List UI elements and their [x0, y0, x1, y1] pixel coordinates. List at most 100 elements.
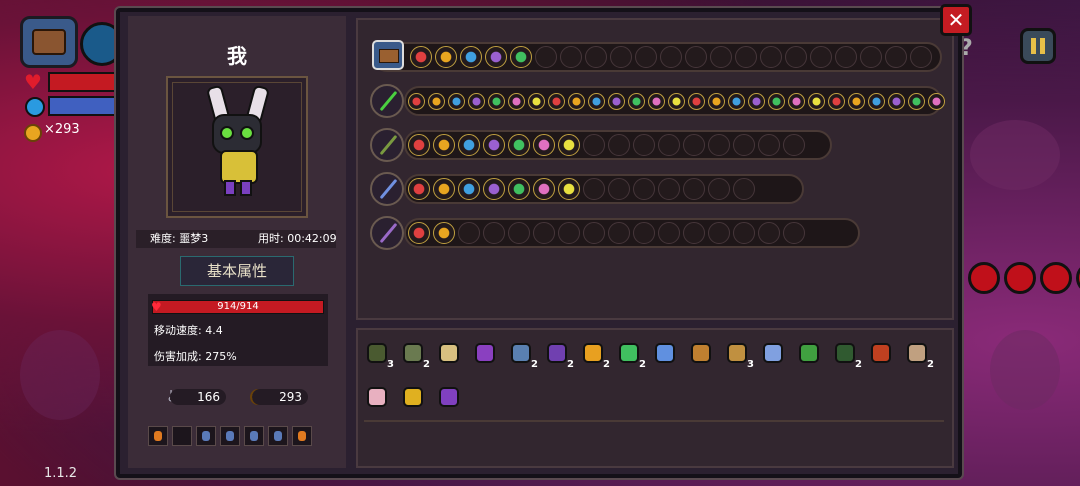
crystal-icon[interactable]: 2 — [508, 340, 538, 370]
blue-sword-icon[interactable] — [370, 172, 404, 206]
buff-slot-icon[interactable] — [908, 92, 925, 110]
empty-slot[interactable] — [910, 46, 932, 68]
empty-slot[interactable] — [508, 222, 530, 244]
buff-slot-icon[interactable] — [408, 178, 430, 200]
empty-slot[interactable] — [758, 134, 780, 156]
pickaxe-icon[interactable]: 3 — [724, 340, 754, 370]
empty-slot[interactable] — [733, 222, 755, 244]
buff-slot-icon[interactable] — [628, 92, 645, 110]
chest-hud-icon[interactable] — [20, 16, 78, 68]
buff-slot-icon[interactable] — [928, 92, 945, 110]
buff-slot-icon[interactable] — [483, 134, 505, 156]
empty-slot[interactable] — [708, 178, 730, 200]
buff-slot-icon[interactable] — [608, 92, 625, 110]
buff-slot-icon[interactable] — [408, 222, 430, 244]
empty-slot[interactable] — [172, 426, 192, 446]
empty-slot[interactable] — [610, 46, 632, 68]
potion-blue-icon[interactable] — [268, 426, 288, 446]
potion-blue-icon[interactable] — [220, 426, 240, 446]
empty-slot[interactable] — [885, 46, 907, 68]
empty-slot[interactable] — [683, 178, 705, 200]
buff-slot-icon[interactable] — [888, 92, 905, 110]
empty-slot[interactable] — [633, 178, 655, 200]
empty-slot[interactable] — [658, 222, 680, 244]
green-staff-icon[interactable] — [370, 84, 404, 118]
empty-slot[interactable] — [835, 46, 857, 68]
scroll-icon[interactable] — [688, 340, 714, 366]
buff-slot-icon[interactable] — [483, 178, 505, 200]
empty-slot[interactable] — [708, 134, 730, 156]
empty-slot[interactable] — [733, 134, 755, 156]
empty-slot[interactable] — [608, 222, 630, 244]
vine-staff-icon[interactable] — [370, 128, 404, 162]
buff-slot-icon[interactable] — [533, 178, 555, 200]
rainbow-shield-icon[interactable] — [436, 384, 462, 410]
empty-slot[interactable] — [483, 222, 505, 244]
empty-slot[interactable] — [683, 222, 705, 244]
buff-slot-icon[interactable] — [558, 134, 580, 156]
buff-slot-icon[interactable] — [728, 92, 745, 110]
buff-slot-icon[interactable] — [488, 92, 505, 110]
empty-slot[interactable] — [710, 46, 732, 68]
buff-slot-icon[interactable] — [588, 92, 605, 110]
empty-slot[interactable] — [535, 46, 557, 68]
buff-slot-icon[interactable] — [688, 92, 705, 110]
empty-slot[interactable] — [558, 222, 580, 244]
buff-slot-icon[interactable] — [508, 178, 530, 200]
buff-slot-icon[interactable] — [808, 92, 825, 110]
buff-slot-icon[interactable] — [668, 92, 685, 110]
empty-slot[interactable] — [608, 178, 630, 200]
feather-icon[interactable] — [364, 384, 390, 410]
buff-slot-icon[interactable] — [428, 92, 445, 110]
empty-slot[interactable] — [810, 46, 832, 68]
purple-boot-icon[interactable] — [472, 340, 498, 366]
empty-slot[interactable] — [583, 134, 605, 156]
honey-pot-icon[interactable]: 2 — [580, 340, 610, 370]
buff-slot-icon[interactable] — [408, 134, 430, 156]
water-drop-icon[interactable] — [652, 340, 678, 366]
potion-blue-icon[interactable] — [244, 426, 264, 446]
buff-slot-icon[interactable] — [568, 92, 585, 110]
bone-icon[interactable]: 2 — [904, 340, 934, 370]
buff-slot-icon[interactable] — [458, 178, 480, 200]
buff-slot-icon[interactable] — [828, 92, 845, 110]
empty-slot[interactable] — [583, 222, 605, 244]
buff-slot-icon[interactable] — [433, 222, 455, 244]
gear-orb-icon[interactable] — [435, 46, 457, 68]
empty-slot[interactable] — [583, 178, 605, 200]
empty-slot[interactable] — [660, 46, 682, 68]
buff-slot-icon[interactable] — [408, 92, 425, 110]
buff-slot-icon[interactable] — [448, 92, 465, 110]
green-crown-icon[interactable] — [796, 340, 822, 366]
empty-slot[interactable] — [658, 134, 680, 156]
gold-crown-icon[interactable] — [400, 384, 426, 410]
buff-slot-icon[interactable] — [648, 92, 665, 110]
green-belt-icon[interactable]: 2 — [832, 340, 862, 370]
empty-slot[interactable] — [785, 46, 807, 68]
empty-slot[interactable] — [633, 134, 655, 156]
purple-staff-icon[interactable] — [370, 216, 404, 250]
empty-slot[interactable] — [658, 178, 680, 200]
buff-slot-icon[interactable] — [848, 92, 865, 110]
empty-slot[interactable] — [860, 46, 882, 68]
empty-slot[interactable] — [533, 222, 555, 244]
empty-slot[interactable] — [585, 46, 607, 68]
green-fly-icon[interactable]: 2 — [616, 340, 646, 370]
potion-blue-icon[interactable] — [196, 426, 216, 446]
purple-vortex-icon[interactable] — [510, 46, 532, 68]
buff-slot-icon[interactable] — [458, 134, 480, 156]
empty-slot[interactable] — [735, 46, 757, 68]
empty-slot[interactable] — [683, 134, 705, 156]
empty-slot[interactable] — [608, 134, 630, 156]
buff-slot-icon[interactable] — [748, 92, 765, 110]
egg-icon[interactable] — [436, 340, 462, 366]
empty-slot[interactable] — [633, 222, 655, 244]
buff-slot-icon[interactable] — [533, 134, 555, 156]
empty-slot[interactable] — [733, 178, 755, 200]
chest-icon[interactable] — [372, 40, 404, 70]
buff-slot-icon[interactable] — [508, 134, 530, 156]
green-swirl-icon[interactable] — [460, 46, 482, 68]
buff-slot-icon[interactable] — [708, 92, 725, 110]
empty-slot[interactable] — [560, 46, 582, 68]
potion-orange-icon[interactable] — [292, 426, 312, 446]
